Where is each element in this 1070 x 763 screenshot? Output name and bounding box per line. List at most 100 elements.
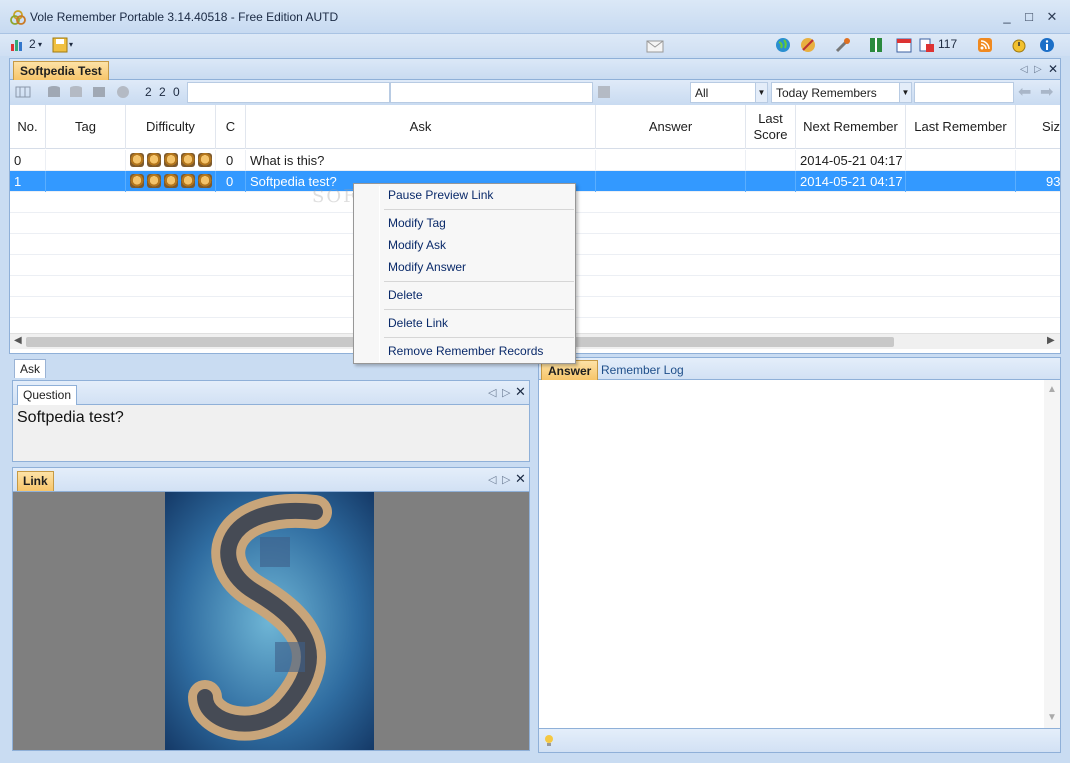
answer-vertical-scrollbar[interactable]: ▲ ▼ <box>1044 380 1060 728</box>
question-panel-header: Question ◁ ▷ ✕ <box>13 381 529 405</box>
scroll-left-icon[interactable]: ◀ <box>14 335 22 346</box>
menu-item-modify-ask[interactable]: Modify Ask <box>356 235 573 255</box>
menu-separator <box>384 309 574 310</box>
difficulty-icon <box>147 174 161 188</box>
tab-ask[interactable]: Ask <box>14 359 47 378</box>
difficulty-stars <box>130 171 215 192</box>
answer-panel: Answer Remember Log ▲ ▼ <box>538 357 1061 753</box>
stopwatch-icon[interactable] <box>1010 36 1028 54</box>
tab-prev-icon[interactable]: ◁ <box>488 473 496 486</box>
column-header-last-remember[interactable]: Last Remember <box>906 105 1016 149</box>
column-header-no[interactable]: No. <box>10 105 46 149</box>
rss-icon[interactable] <box>976 36 994 54</box>
maximize-button[interactable]: □ <box>1019 8 1039 26</box>
difficulty-icon <box>164 174 178 188</box>
link-preview-image <box>165 492 374 750</box>
tab-next-icon[interactable]: ▷ <box>502 473 510 486</box>
difficulty-stars <box>130 150 215 171</box>
column-header-difficulty[interactable]: Difficulty <box>126 105 216 149</box>
tab-prev-icon[interactable]: ◁ <box>488 386 496 399</box>
filter-icon[interactable] <box>596 84 612 100</box>
scroll-down-icon[interactable]: ▼ <box>1047 712 1057 723</box>
tab-question[interactable]: Question <box>17 385 78 405</box>
db-add-icon[interactable] <box>46 84 62 100</box>
paint-brush-icon[interactable] <box>799 36 817 54</box>
close-button[interactable]: ✕ <box>1042 8 1062 26</box>
tab-next-icon[interactable]: ▷ <box>1034 64 1042 75</box>
tab-softpedia-test[interactable]: Softpedia Test <box>13 61 109 80</box>
document-tabstrip: Softpedia Test ◁ ▷ ✕ <box>9 58 1061 80</box>
tag-filter-input[interactable] <box>390 82 593 103</box>
app-logo-icon <box>10 10 26 25</box>
close-icon[interactable]: ✕ <box>515 471 526 487</box>
column-header-last-score[interactable]: Last Score <box>746 105 796 149</box>
menu-separator <box>384 281 574 282</box>
lightbulb-icon[interactable] <box>544 734 554 747</box>
bar-chart-icon[interactable] <box>9 36 27 54</box>
column-header-next-remember[interactable]: Next Remember <box>796 105 906 149</box>
chevron-down-icon: ▼ <box>899 83 911 102</box>
difficulty-icon <box>147 153 161 167</box>
difficulty-icon <box>130 174 144 188</box>
link-panel: Link ◁ ▷ ✕ <box>12 467 530 751</box>
menu-item-remove-remember-records[interactable]: Remove Remember Records <box>356 341 573 361</box>
columns-icon[interactable] <box>15 84 31 100</box>
search-input[interactable] <box>187 82 390 103</box>
column-header-c[interactable]: C <box>216 105 246 149</box>
tab-prev-icon[interactable]: ◁ <box>1020 64 1028 75</box>
link-panel-header: Link ◁ ▷ ✕ <box>13 468 529 492</box>
filter-bar: 2 2 0 All ▼ Today Remembers ▼ ⬅ ➡ <box>9 80 1061 105</box>
difficulty-rating <box>126 150 216 171</box>
column-header-size[interactable]: Siz <box>1016 105 1060 149</box>
grid-header: No. Tag Difficulty C Ask Answer Last Sco… <box>10 105 1060 149</box>
db-export-icon[interactable] <box>91 84 107 100</box>
tab-next-icon[interactable]: ▷ <box>502 386 510 399</box>
menu-item-pause-preview-link[interactable]: Pause Preview Link <box>356 185 573 205</box>
difficulty-icon <box>181 174 195 188</box>
menu-item-modify-tag[interactable]: Modify Tag <box>356 213 573 233</box>
db-print-icon[interactable] <box>115 84 131 100</box>
difficulty-icon <box>198 174 212 188</box>
chevron-down-icon[interactable]: ▾ <box>38 40 42 49</box>
globe-icon[interactable] <box>774 36 792 54</box>
difficulty-rating <box>126 171 216 192</box>
menu-item-delete-link[interactable]: Delete Link <box>356 313 573 333</box>
info-icon[interactable] <box>1038 36 1056 54</box>
back-arrow-icon[interactable]: ⬅ <box>1018 82 1031 102</box>
menu-item-delete[interactable]: Delete <box>356 285 573 305</box>
forward-arrow-icon[interactable]: ➡ <box>1040 82 1053 102</box>
context-menu: Pause Preview Link Modify Tag Modify Ask… <box>353 183 576 364</box>
difficulty-icon <box>130 153 144 167</box>
column-header-tag[interactable]: Tag <box>46 105 126 149</box>
calendar-icon[interactable] <box>895 36 913 54</box>
close-icon[interactable]: ✕ <box>515 384 526 400</box>
save-icon[interactable] <box>51 36 69 54</box>
scroll-right-icon[interactable]: ▶ <box>1047 335 1055 346</box>
column-header-ask[interactable]: Ask <box>246 105 596 149</box>
db-edit-icon[interactable] <box>68 84 84 100</box>
date-input[interactable] <box>914 82 1014 103</box>
menu-separator <box>384 209 574 210</box>
table-row[interactable]: 0 0 What is this? 2014-05-21 04:17 <box>10 150 1060 171</box>
tab-link[interactable]: Link <box>17 471 54 491</box>
book-icon[interactable] <box>867 36 885 54</box>
chevron-down-icon[interactable]: ▾ <box>69 40 73 49</box>
mail-icon[interactable] <box>646 36 664 54</box>
category-select[interactable]: All ▼ <box>690 82 768 103</box>
difficulty-icon <box>181 153 195 167</box>
review-icon[interactable] <box>918 36 936 54</box>
menu-separator <box>384 337 574 338</box>
tab-close-icon[interactable]: ✕ <box>1048 62 1058 76</box>
group-count[interactable]: 2 <box>29 37 36 51</box>
chevron-down-icon: ▼ <box>755 83 767 102</box>
menu-item-modify-answer[interactable]: Modify Answer <box>356 257 573 277</box>
column-header-answer[interactable]: Answer <box>596 105 746 149</box>
view-select[interactable]: Today Remembers ▼ <box>771 82 912 103</box>
answer-footer <box>539 728 1060 752</box>
tab-remember-log[interactable]: Remember Log <box>595 360 690 380</box>
title-bar: Vole Remember Portable 3.14.40518 - Free… <box>0 0 1070 34</box>
tools-icon[interactable] <box>834 36 852 54</box>
question-text[interactable]: Softpedia test? <box>17 409 124 427</box>
minimize-button[interactable]: _ <box>997 8 1017 26</box>
scroll-up-icon[interactable]: ▲ <box>1047 384 1057 395</box>
